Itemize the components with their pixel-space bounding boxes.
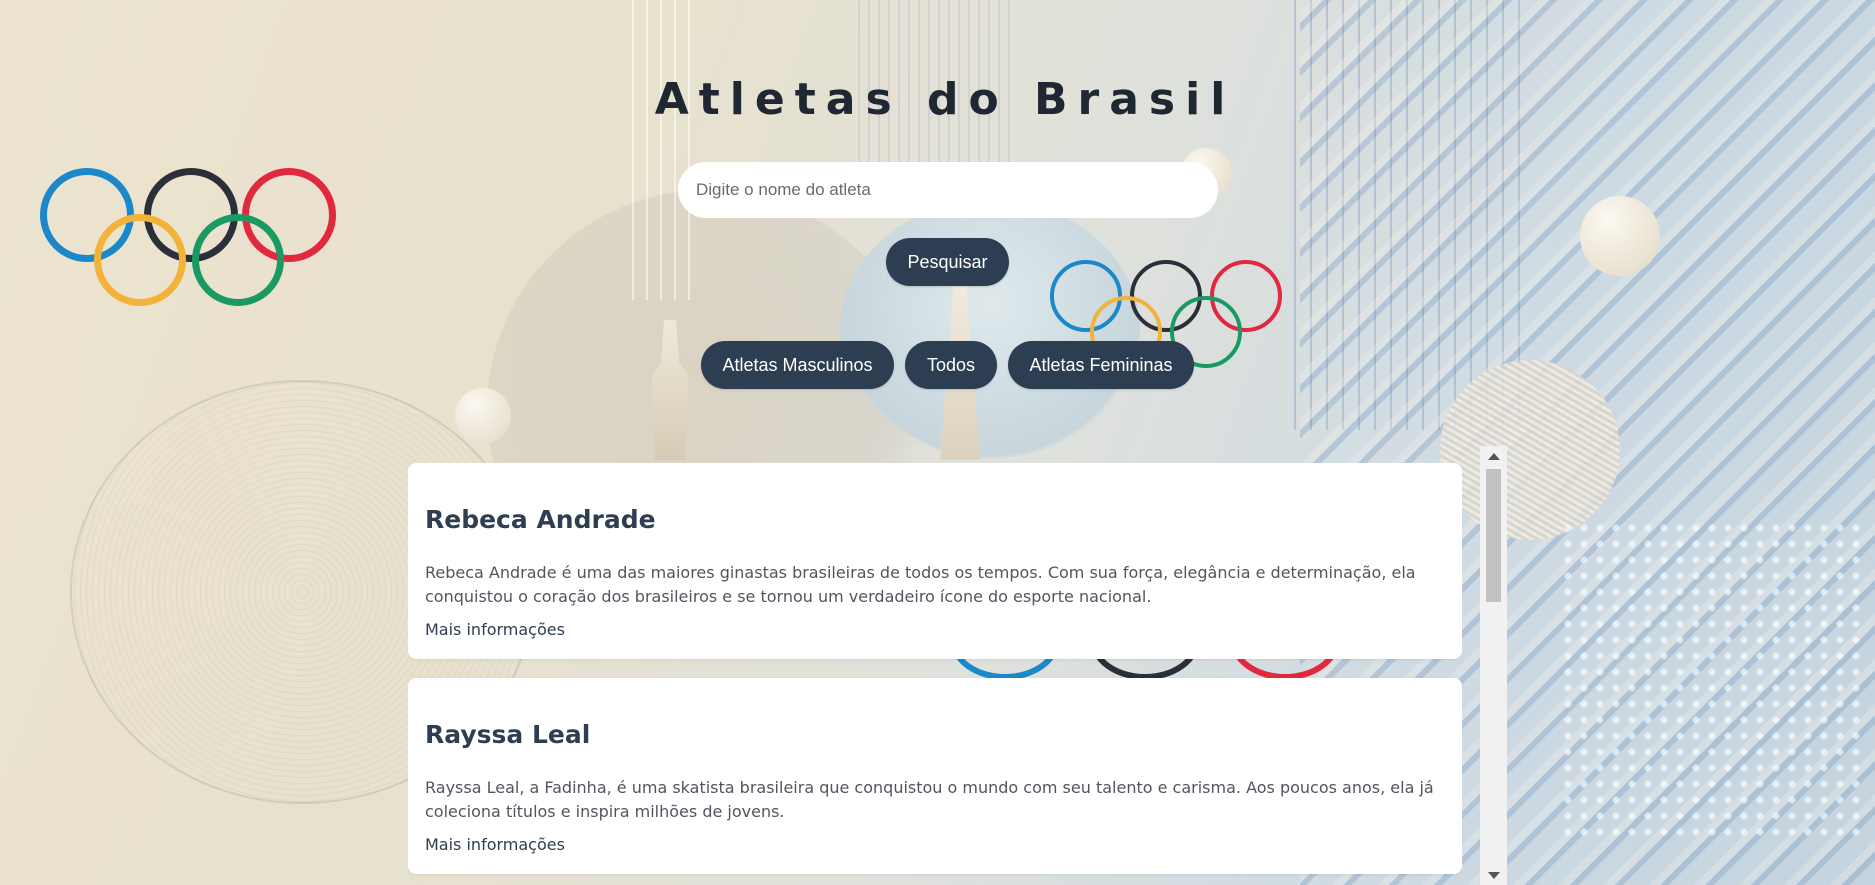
filter-female-athletes-button[interactable]: Atletas Femininas [1008,341,1194,389]
background-ball-decoration [455,388,511,444]
statue-illustration [652,320,688,460]
filter-all-athletes-button[interactable]: Todos [905,341,997,389]
athlete-description: Rayssa Leal, a Fadinha, é uma skatista b… [425,778,1434,821]
page-root: Atletas do Brasil Pesquisar Atletas Masc… [0,0,1875,885]
athlete-description: Rebeca Andrade é uma das maiores ginasta… [425,563,1416,606]
scroll-down-arrow-icon[interactable] [1480,865,1507,885]
filter-male-athletes-button[interactable]: Atletas Masculinos [701,341,894,389]
search-button[interactable]: Pesquisar [886,238,1009,286]
background-ball-decoration [1580,196,1660,276]
page-title: Atletas do Brasil [654,74,1236,125]
background-dots-decoration [1560,520,1860,840]
athlete-results-list: Rebeca Andrade Rebeca Andrade é uma das … [408,463,1462,885]
more-info-link[interactable]: Mais informações [425,835,565,854]
olympic-rings-logo [40,168,340,306]
athlete-name: Rayssa Leal [425,720,591,749]
athlete-card: Rayssa Leal Rayssa Leal, a Fadinha, é um… [408,678,1462,874]
background-mesh-ball-decoration [1440,360,1620,540]
results-scrollbar[interactable] [1480,446,1507,885]
background-lines-decoration [620,0,690,300]
athlete-card: Rebeca Andrade Rebeca Andrade é uma das … [408,463,1462,659]
background-lines-decoration [1280,0,1520,430]
scroll-up-arrow-icon[interactable] [1480,446,1507,466]
more-info-link[interactable]: Mais informações [425,620,565,639]
scrollbar-thumb[interactable] [1486,469,1501,602]
search-input[interactable] [678,162,1218,218]
athlete-name: Rebeca Andrade [425,505,656,534]
